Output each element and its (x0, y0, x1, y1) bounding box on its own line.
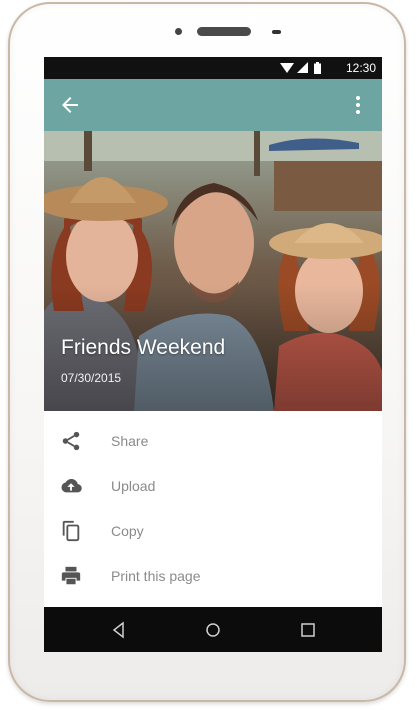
menu-label-print: Print this page (111, 568, 201, 584)
app-bar (44, 79, 382, 131)
menu-item-copy[interactable]: Copy (44, 509, 382, 554)
copy-icon (62, 520, 80, 542)
cloud-upload-icon (61, 478, 82, 493)
menu-label-upload: Upload (111, 478, 156, 494)
recents-square-icon[interactable] (297, 619, 319, 641)
menu-label-share: Share (111, 433, 149, 449)
system-nav-bar (44, 607, 382, 652)
menu-item-share[interactable]: Share (44, 419, 382, 464)
action-menu: Share Upload Copy Print this page (44, 411, 382, 607)
proximity-sensor (272, 30, 281, 34)
print-icon (61, 566, 81, 585)
share-icon (62, 431, 80, 451)
album-title: Friends Weekend (61, 336, 226, 359)
photo-header[interactable]: Friends Weekend 07/30/2015 (44, 131, 382, 411)
album-date: 07/30/2015 (61, 371, 122, 385)
status-bar: 12:30 (44, 57, 382, 79)
front-camera (175, 28, 182, 35)
menu-item-upload[interactable]: Upload (44, 464, 382, 509)
friends-photo (44, 131, 382, 411)
device-screen: 12:30 Friends Weekend 07/30/2015 Share U… (44, 57, 382, 652)
home-circle-icon[interactable] (202, 619, 224, 641)
battery-icon (314, 62, 321, 74)
menu-label-copy: Copy (111, 523, 144, 539)
signal-icon (297, 62, 308, 73)
menu-item-print[interactable]: Print this page (44, 554, 382, 599)
status-time: 12:30 (345, 61, 376, 75)
arrow-back-icon[interactable] (58, 93, 82, 117)
wifi-icon (280, 63, 294, 73)
earpiece-speaker (197, 27, 251, 36)
back-triangle-icon[interactable] (108, 619, 130, 641)
more-vert-icon[interactable] (346, 93, 370, 117)
